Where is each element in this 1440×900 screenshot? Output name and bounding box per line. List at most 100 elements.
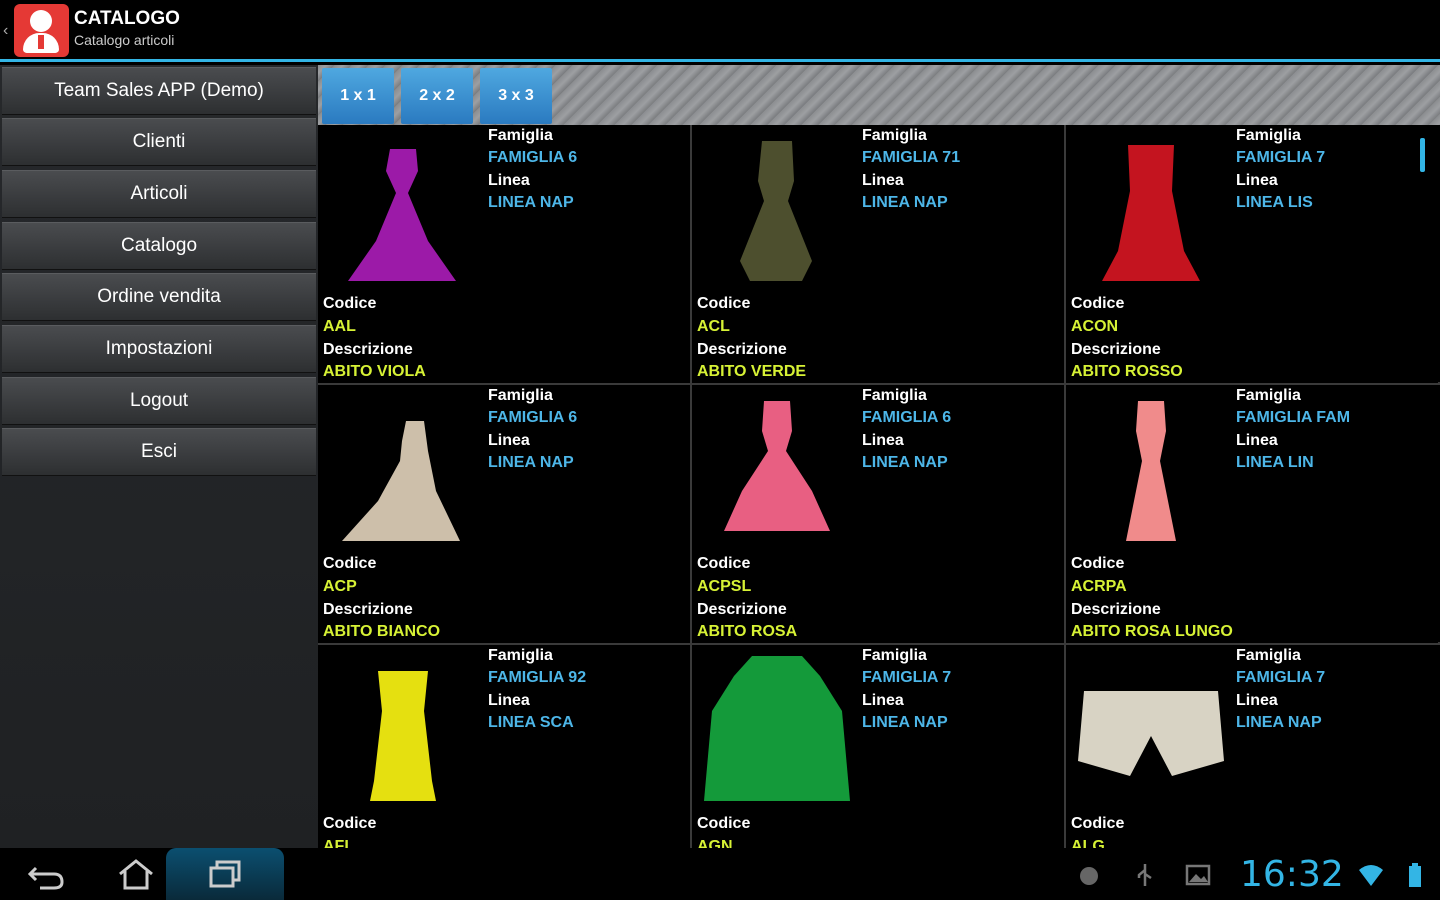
descrizione-label: Descrizione (697, 341, 787, 358)
codice-label: Codice (1071, 815, 1125, 832)
sidebar-item-catalogo[interactable]: Catalogo (2, 222, 316, 270)
home-icon[interactable] (116, 858, 156, 890)
sidebar-item-clienti[interactable]: Clienti (2, 118, 316, 166)
product-image[interactable] (702, 131, 852, 289)
famiglia-value: FAMIGLIA 6 (862, 409, 952, 426)
descrizione-label: Descrizione (697, 601, 787, 618)
famiglia-value: FAMIGLIA 92 (488, 669, 587, 686)
sidebar-item-esci[interactable]: Esci (2, 428, 316, 476)
recent-apps-icon[interactable] (205, 858, 245, 890)
product-card[interactable]: Famiglia FAMIGLIA 7 Linea LINEA NAP Codice AG… (692, 645, 1064, 848)
view-2x2-button[interactable]: 2 x 2 (401, 68, 473, 124)
up-caret-icon[interactable]: ‹ (3, 22, 8, 40)
sidebar-item-logout[interactable]: Logout (2, 377, 316, 425)
clock: 16:32 (1240, 854, 1344, 895)
famiglia-label: Famiglia (862, 647, 927, 664)
codice-label: Codice (1071, 295, 1125, 312)
catalog-grid: Famiglia FAMIGLIA 6 Linea LINEA NAP Codice AA… (318, 125, 1440, 848)
codice-label: Codice (323, 555, 377, 572)
codice-label: Codice (697, 295, 751, 312)
linea-value: LINEA NAP (1236, 714, 1322, 731)
famiglia-value: FAMIGLIA FAM (1236, 409, 1351, 426)
view-toolbar: 1 x 1 2 x 2 3 x 3 (318, 65, 1440, 125)
sidebar-item-impostazioni[interactable]: Impostazioni (2, 325, 316, 373)
famiglia-label: Famiglia (488, 647, 553, 664)
battery-icon (1409, 863, 1421, 887)
descrizione-label: Descrizione (323, 341, 413, 358)
linea-value: LINEA NAP (488, 194, 574, 211)
descrizione-value: ABITO VERDE (697, 363, 807, 380)
scrollbar-thumb[interactable] (1420, 138, 1425, 172)
famiglia-label: Famiglia (862, 127, 927, 144)
descrizione-label: Descrizione (323, 601, 413, 618)
linea-label: Linea (1236, 692, 1278, 709)
linea-value: LINEA NAP (862, 454, 948, 471)
back-icon[interactable] (26, 858, 66, 890)
descrizione-label: Descrizione (1071, 341, 1161, 358)
descrizione-value: ABITO ROSA LUNGO (1071, 623, 1233, 640)
product-card[interactable]: Famiglia FAMIGLIA 71 Linea LINEA NAP Codice A… (692, 125, 1064, 383)
codice-value: AFL (323, 838, 355, 848)
descrizione-value: ABITO ROSSO (1071, 363, 1183, 380)
famiglia-value: FAMIGLIA 6 (488, 409, 578, 426)
system-nav-bar: 16:32 (0, 848, 1440, 900)
product-image[interactable] (1076, 131, 1226, 289)
product-card[interactable]: Famiglia FAMIGLIA 92 Linea LINEA SCA Codice A… (318, 645, 690, 848)
wifi-icon (1359, 865, 1383, 886)
sidebar-item-team-sales[interactable]: Team Sales APP (Demo) (2, 67, 316, 115)
product-image[interactable] (1076, 651, 1226, 809)
product-card[interactable]: Famiglia FAMIGLIA 6 Linea LINEA NAP Codice AA… (318, 125, 690, 383)
product-card[interactable]: Famiglia FAMIGLIA FAM Linea LINEA LIN Codice… (1066, 385, 1438, 643)
product-image[interactable] (702, 651, 852, 809)
product-image[interactable] (328, 131, 478, 289)
codice-label: Codice (697, 815, 751, 832)
sidebar-item-ordine-vendita[interactable]: Ordine vendita (2, 273, 316, 321)
linea-value: LINEA SCA (488, 714, 574, 731)
product-card[interactable]: Famiglia FAMIGLIA 6 Linea LINEA NAP Codice AC… (692, 385, 1064, 643)
product-image[interactable] (1076, 391, 1226, 549)
famiglia-value: FAMIGLIA 7 (1236, 669, 1326, 686)
usb-icon (1137, 864, 1152, 886)
product-image[interactable] (328, 391, 478, 549)
famiglia-label: Famiglia (1236, 387, 1301, 404)
codice-value: ACPSL (697, 578, 752, 595)
descrizione-value: ABITO VIOLA (323, 363, 426, 380)
codice-value: ACRPA (1071, 578, 1127, 595)
descrizione-value: ABITO ROSA (697, 623, 798, 640)
product-card[interactable]: Famiglia FAMIGLIA 7 Linea LINEA LIS Codice AC… (1066, 125, 1438, 383)
codice-value: ACON (1071, 318, 1119, 335)
famiglia-label: Famiglia (1236, 647, 1301, 664)
app-icon[interactable] (14, 4, 69, 57)
descrizione-value: ABITO BIANCO (323, 623, 441, 640)
product-image[interactable] (328, 651, 478, 809)
codice-label: Codice (323, 815, 377, 832)
codice-value: AGN (697, 838, 733, 848)
android-debug-icon (1080, 867, 1098, 885)
action-bar: ‹ CATALOGO Catalogo articoli (0, 0, 1440, 62)
view-3x3-button[interactable]: 3 x 3 (480, 68, 552, 124)
product-card[interactable]: Famiglia FAMIGLIA 6 Linea LINEA NAP Codice AC… (318, 385, 690, 643)
sidebar-menu: Team Sales APP (Demo) Clienti Articoli C… (0, 65, 318, 848)
app-title: CATALOGO (74, 8, 180, 29)
linea-label: Linea (488, 172, 530, 189)
linea-label: Linea (862, 432, 904, 449)
linea-value: LINEA LIN (1236, 454, 1314, 471)
linea-label: Linea (488, 432, 530, 449)
famiglia-label: Famiglia (488, 387, 553, 404)
view-1x1-button[interactable]: 1 x 1 (322, 68, 394, 124)
codice-label: Codice (323, 295, 377, 312)
sidebar-item-articoli[interactable]: Articoli (2, 170, 316, 218)
product-card[interactable]: Famiglia FAMIGLIA 7 Linea LINEA NAP Codice AL… (1066, 645, 1438, 848)
codice-value: AAL (323, 318, 356, 335)
linea-value: LINEA NAP (862, 194, 948, 211)
descrizione-label: Descrizione (1071, 601, 1161, 618)
famiglia-label: Famiglia (488, 127, 553, 144)
famiglia-value: FAMIGLIA 7 (862, 669, 952, 686)
product-image[interactable] (702, 391, 852, 549)
famiglia-value: FAMIGLIA 7 (1236, 149, 1326, 166)
app-subtitle: Catalogo articoli (74, 32, 175, 48)
linea-label: Linea (862, 692, 904, 709)
codice-value: ACL (697, 318, 730, 335)
linea-value: LINEA LIS (1236, 194, 1313, 211)
famiglia-label: Famiglia (1236, 127, 1301, 144)
